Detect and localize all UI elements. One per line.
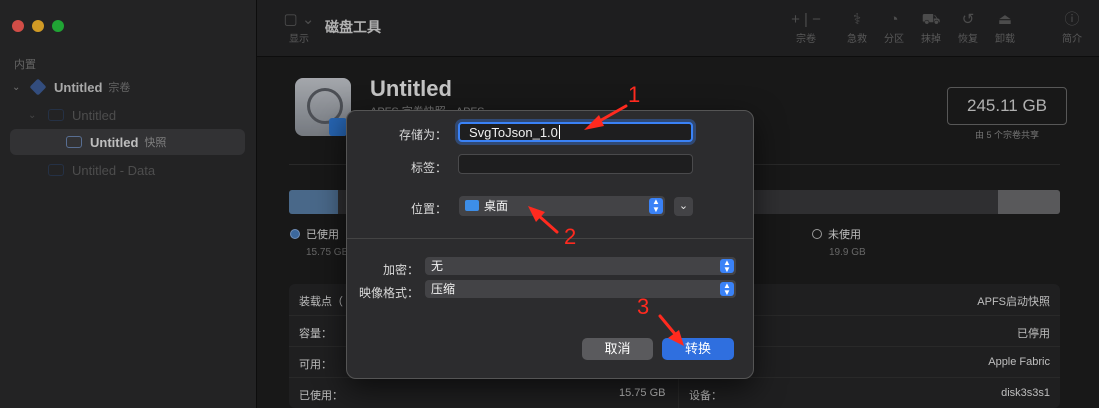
annotation-number-2: 2 [564,224,577,249]
annotation-number-3: 3 [637,294,650,319]
folder-icon [465,200,479,211]
location-popup[interactable]: 桌面 ▲ ▼ [459,196,665,216]
annotation-number-1: 1 [628,82,641,107]
expand-button[interactable]: ⌄ [674,197,693,216]
tags-input[interactable] [458,154,693,174]
tags-label: 标签： [410,161,447,175]
image-format-label: 映像格式： [358,286,419,300]
text-cursor [558,125,560,139]
convert-button[interactable]: 转换 [662,338,734,360]
chevron-updown-icon: ▲ ▼ [720,282,734,297]
convert-dialog: 存储为： SvgToJson_1.0 标签： 位置： 桌面 ▲ ▼ ⌄ 加密： 无… [346,110,754,379]
save-as-value: SvgToJson_1.0 [469,125,558,140]
save-as-input[interactable]: SvgToJson_1.0 [458,122,693,142]
dialog-divider [347,238,753,239]
encryption-value: 无 [431,259,444,273]
chevron-updown-icon: ▲ ▼ [649,198,663,214]
image-format-popup[interactable]: 压缩 ▲ ▼ [425,280,736,298]
location-label: 位置： [410,202,447,216]
chevron-updown-icon: ▲ ▼ [720,259,734,274]
chevron-down-icon: ⌄ [678,200,689,212]
image-format-value: 压缩 [431,282,456,296]
encryption-popup[interactable]: 无 ▲ ▼ [425,257,736,275]
cancel-button[interactable]: 取消 [582,338,653,360]
encryption-label: 加密： [382,263,419,277]
location-value: 桌面 [484,199,509,213]
save-as-label: 存储为： [398,128,447,142]
